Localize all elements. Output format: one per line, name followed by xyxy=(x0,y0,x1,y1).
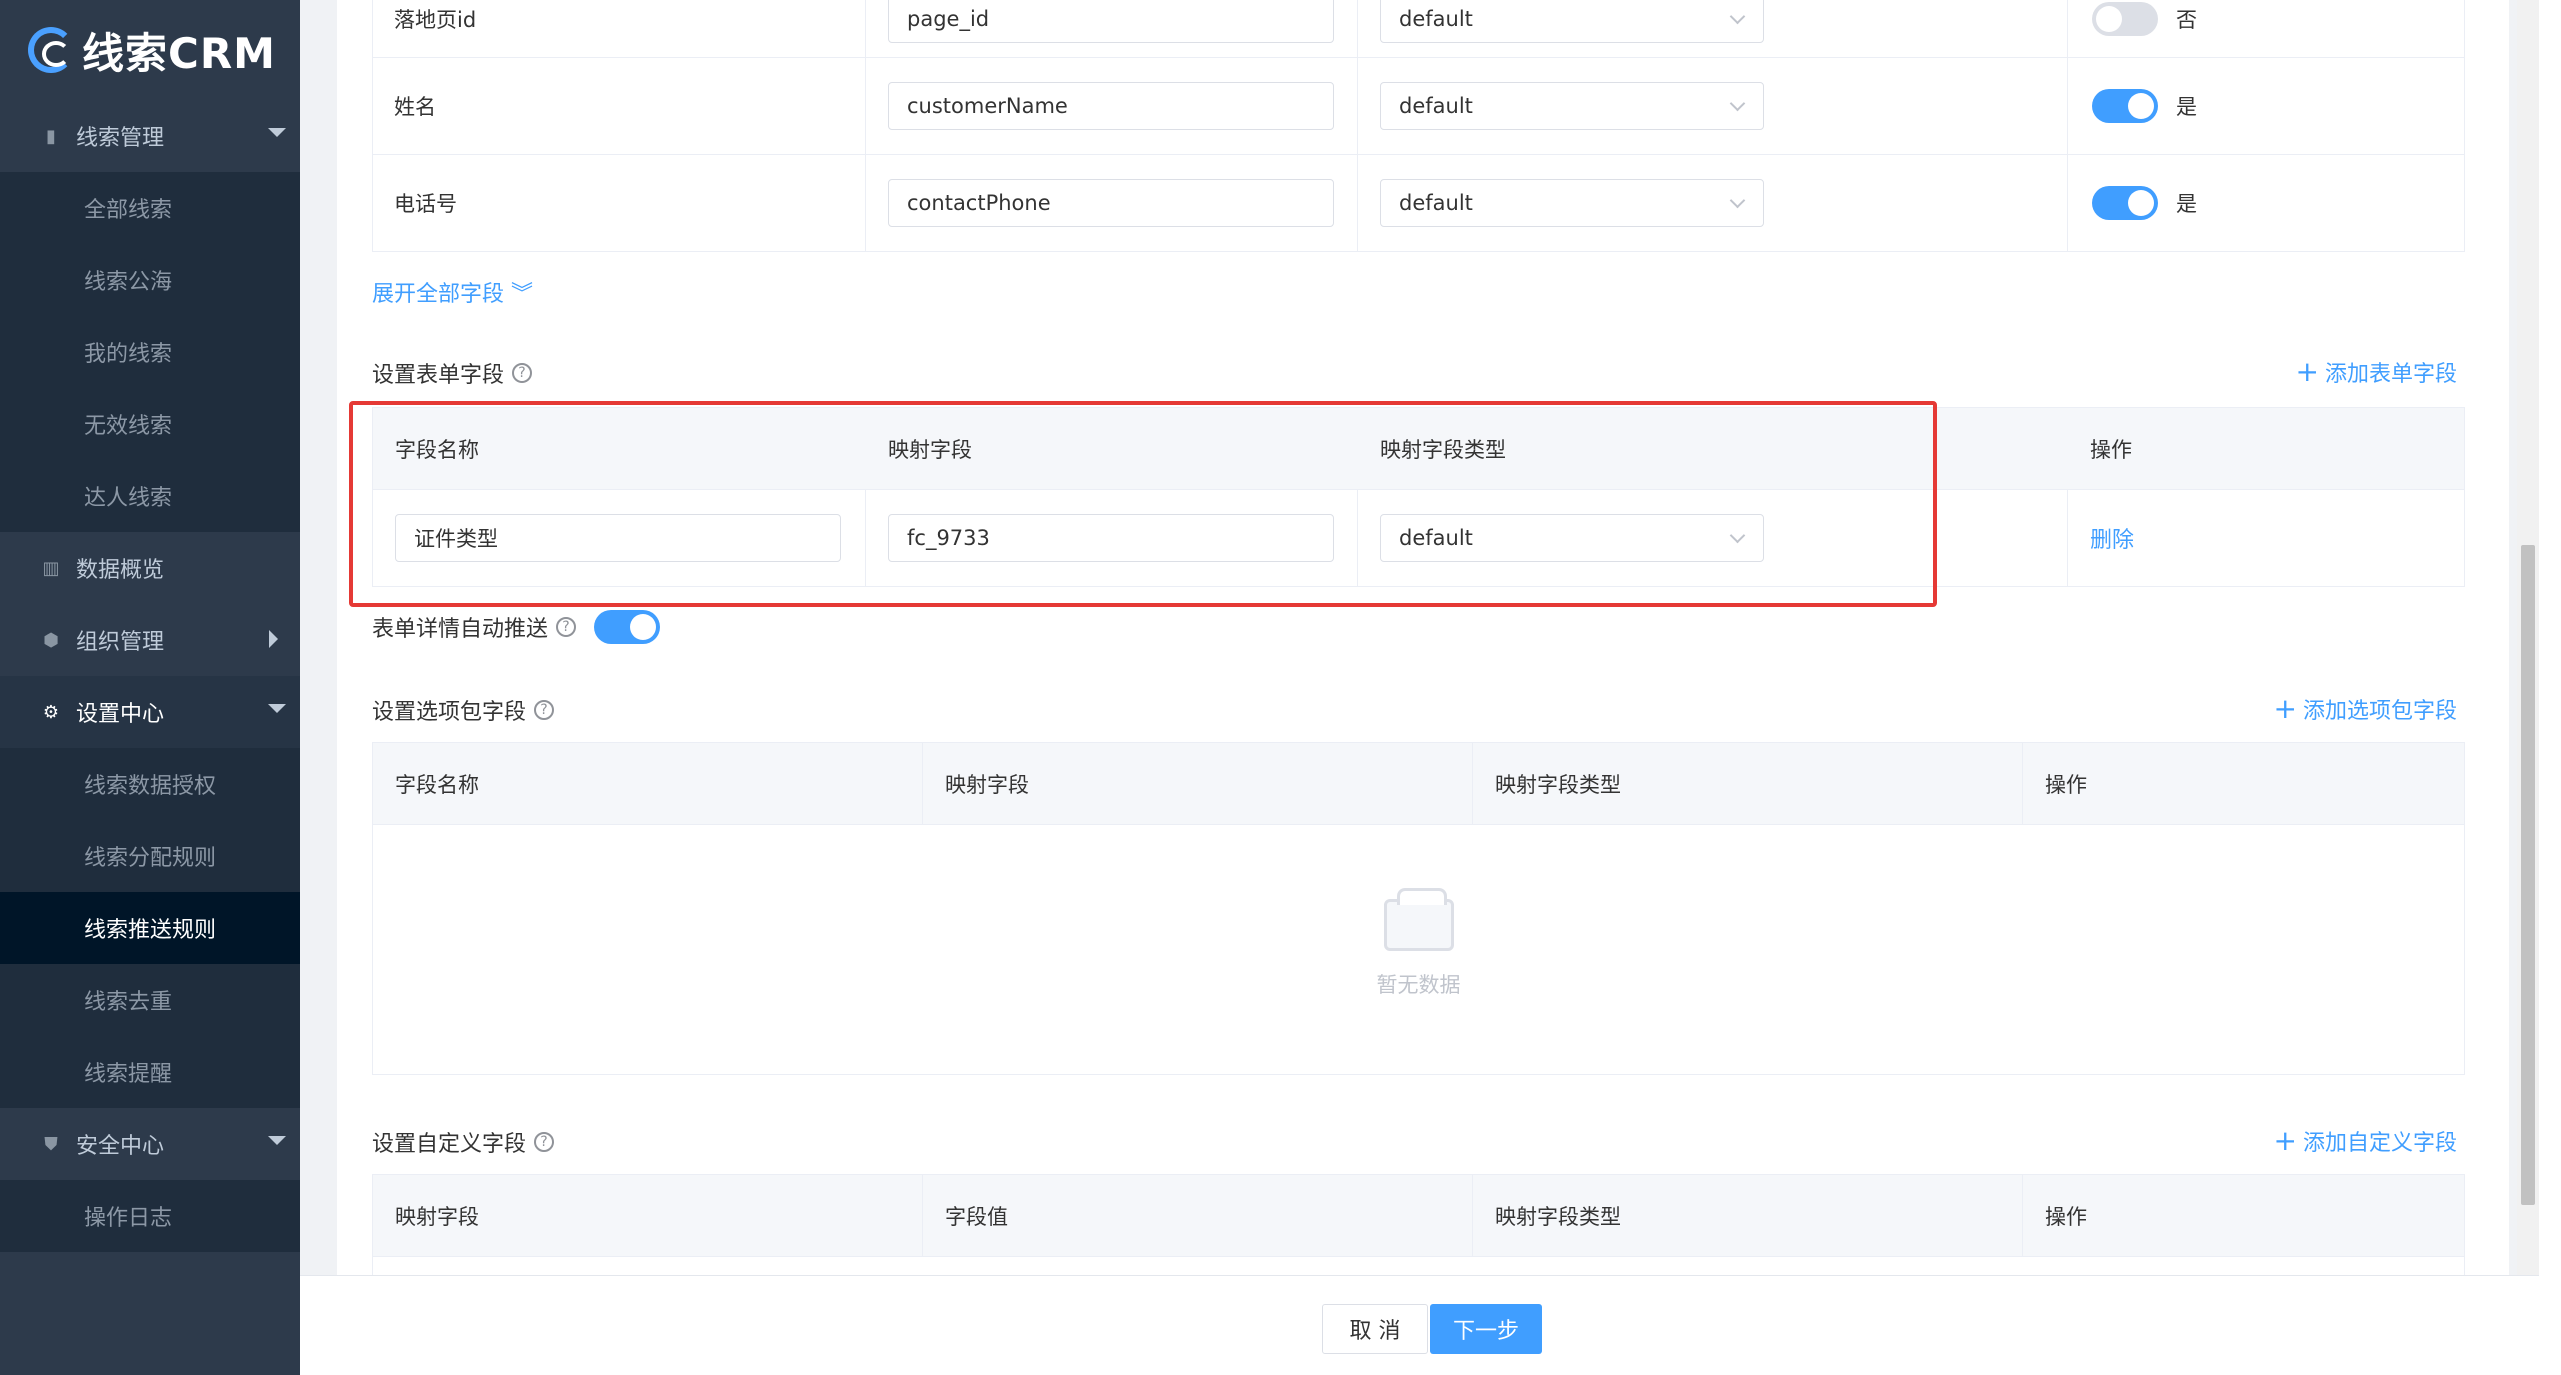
chevron-down-icon xyxy=(1729,527,1746,544)
mapping-type-select[interactable]: default xyxy=(1380,0,1764,43)
delete-link[interactable]: 删除 xyxy=(2090,522,2134,554)
auto-push-switch[interactable] xyxy=(594,610,661,644)
menu-org-management[interactable]: ⬢ 组织管理 xyxy=(0,604,300,676)
sidebar-item-data-auth[interactable]: 线索数据授权 xyxy=(0,748,300,820)
table-row: 证件类型 fc_9733 default 删除 xyxy=(373,490,2464,586)
menu-security-center[interactable]: ⛊ 安全中心 xyxy=(0,1108,300,1180)
field-name: 落地页id xyxy=(372,0,866,57)
add-option-field-button[interactable]: + 添加选项包字段 xyxy=(2274,692,2457,725)
caret-down-icon xyxy=(268,128,286,137)
form-fields-title: 设置表单字段? xyxy=(372,357,533,389)
caret-down-icon xyxy=(268,704,286,713)
chart-icon: ▥ xyxy=(42,557,60,579)
sidebar: 线索CRM ▮ 线索管理 全部线索 线索公海 我的线索 无效线索 达人线索 ▥ … xyxy=(0,0,300,1375)
enable-switch[interactable] xyxy=(2092,89,2158,123)
field-name-input[interactable]: 证件类型 xyxy=(395,514,841,562)
table-header: 字段名称 映射字段 映射字段类型 操作 xyxy=(373,743,2464,825)
logo[interactable]: 线索CRM xyxy=(0,0,300,100)
enable-switch[interactable] xyxy=(2092,1,2158,36)
table-header: 映射字段 字段值 映射字段类型 操作 xyxy=(373,1175,2464,1257)
auto-push-row: 表单详情自动推送 ? xyxy=(372,610,661,644)
scrollbar[interactable] xyxy=(2517,0,2539,1375)
field-name: 电话号 xyxy=(372,155,866,251)
book-icon: ▮ xyxy=(46,125,56,147)
mapping-type-select[interactable]: default xyxy=(1380,179,1764,227)
sidebar-item-dedupe[interactable]: 线索去重 xyxy=(0,964,300,1036)
enable-switch[interactable] xyxy=(2092,186,2158,220)
cancel-button[interactable]: 取 消 xyxy=(1322,1304,1428,1354)
double-chevron-down-icon: ︾ xyxy=(511,282,534,307)
option-fields-title: 设置选项包字段? xyxy=(372,694,555,726)
sidebar-item-lead-pool[interactable]: 线索公海 xyxy=(0,244,300,316)
table-row: 姓名 customerName default 是 xyxy=(372,58,2465,155)
sidebar-item-invalid-leads[interactable]: 无效线索 xyxy=(0,388,300,460)
custom-fields-title: 设置自定义字段? xyxy=(372,1126,555,1158)
scrollbar-thumb[interactable] xyxy=(2521,545,2535,1205)
help-icon[interactable]: ? xyxy=(534,700,555,720)
sidebar-item-operation-log[interactable]: 操作日志 xyxy=(0,1180,300,1252)
plus-icon: + xyxy=(2273,692,2297,725)
next-step-button[interactable]: 下一步 xyxy=(1430,1304,1542,1354)
sidebar-item-reminder[interactable]: 线索提醒 xyxy=(0,1036,300,1108)
mapping-field-input[interactable]: contactPhone xyxy=(888,179,1334,227)
field-name: 姓名 xyxy=(372,58,866,154)
help-icon[interactable]: ? xyxy=(534,1132,555,1152)
help-icon[interactable]: ? xyxy=(512,363,533,383)
empty-box-icon xyxy=(1383,888,1454,951)
footer-bar: 取 消 下一步 xyxy=(300,1275,2539,1375)
sidebar-item-my-leads[interactable]: 我的线索 xyxy=(0,316,300,388)
caret-right-icon xyxy=(269,630,278,648)
plus-icon: + xyxy=(2295,355,2319,388)
plus-icon: + xyxy=(2273,1124,2297,1157)
empty-state: 暂无数据 xyxy=(373,825,2464,1073)
sidebar-item-all-leads[interactable]: 全部线索 xyxy=(0,172,300,244)
caret-down-icon xyxy=(268,1136,286,1145)
cube-icon: ⬢ xyxy=(43,629,59,651)
add-form-field-button[interactable]: + 添加表单字段 xyxy=(2296,355,2457,388)
shield-icon: ⛊ xyxy=(44,1133,58,1155)
menu-settings-center[interactable]: ⚙ 设置中心 xyxy=(0,676,300,748)
table-header: 字段名称 映射字段 映射字段类型 操作 xyxy=(373,408,2464,490)
sidebar-item-assign-rules[interactable]: 线索分配规则 xyxy=(0,820,300,892)
menu-lead-management[interactable]: ▮ 线索管理 xyxy=(0,100,300,172)
table-row: 电话号 contactPhone default 是 xyxy=(372,155,2465,252)
mapping-field-input[interactable]: page_id xyxy=(888,0,1334,43)
gear-icon: ⚙ xyxy=(42,701,60,723)
sidebar-item-push-rules[interactable]: 线索推送规则 xyxy=(0,892,300,964)
chevron-down-icon xyxy=(1729,192,1746,209)
logo-text: 线索CRM xyxy=(82,28,276,78)
table-row: 落地页id page_id default 否 xyxy=(372,0,2465,58)
mapping-field-input[interactable]: fc_9733 xyxy=(888,514,1334,562)
mapping-field-input[interactable]: customerName xyxy=(888,82,1334,130)
menu-data-overview[interactable]: ▥ 数据概览 xyxy=(0,532,300,604)
chevron-down-icon xyxy=(1729,8,1746,24)
mapping-type-select[interactable]: default xyxy=(1380,82,1764,130)
add-custom-field-button[interactable]: + 添加自定义字段 xyxy=(2274,1124,2457,1157)
mapping-type-select[interactable]: default xyxy=(1380,514,1764,562)
expand-all-fields-link[interactable]: 展开全部字段 ︾ xyxy=(372,276,533,308)
help-icon[interactable]: ? xyxy=(556,617,577,637)
logo-icon xyxy=(28,27,74,73)
chevron-down-icon xyxy=(1729,95,1746,112)
sidebar-item-influencer-leads[interactable]: 达人线索 xyxy=(0,460,300,532)
